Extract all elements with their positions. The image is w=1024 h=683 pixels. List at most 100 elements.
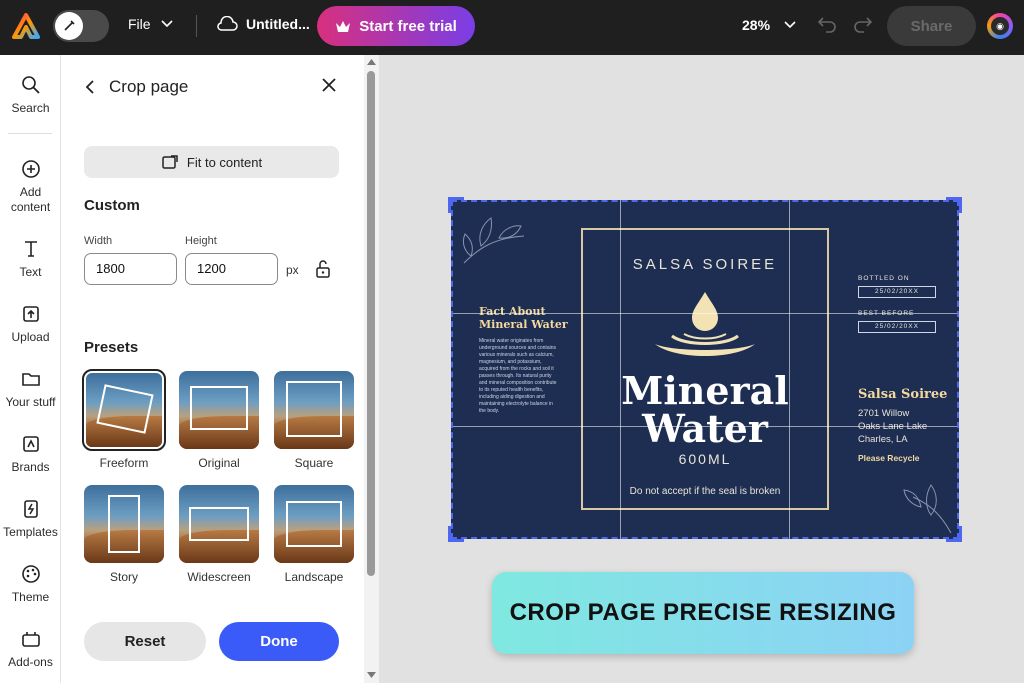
promo-banner-text: CROP PAGE PRECISE RESIZING (509, 599, 897, 626)
rail-item-label: Templates (3, 525, 58, 539)
width-field[interactable]: 1800 (84, 253, 177, 285)
crop-page-panel: Crop page Fit to content Custom Width 18… (61, 55, 379, 683)
rail-item-add-content[interactable]: Add content (0, 159, 61, 215)
rail-item-text[interactable]: Text (0, 239, 61, 280)
rail-item-templates[interactable]: Templates (0, 499, 61, 540)
chevron-down-icon (160, 20, 173, 28)
rail-item-brands[interactable]: Brands (0, 434, 61, 475)
preset-label: Original (198, 456, 240, 470)
plus-circle-icon (21, 160, 40, 178)
promo-banner: CROP PAGE PRECISE RESIZING (492, 572, 914, 654)
reset-button[interactable]: Reset (84, 622, 206, 661)
cloud-sync-icon (217, 16, 238, 31)
addons-icon (21, 632, 40, 647)
divider (8, 133, 52, 134)
divider (196, 15, 197, 37)
mode-toggle[interactable] (53, 10, 109, 42)
zoom-level: 28% (742, 17, 771, 33)
scrollbar-thumb[interactable] (367, 71, 375, 576)
undo-icon[interactable] (817, 15, 837, 38)
preset-square[interactable]: Square (274, 371, 354, 470)
crop-handle-bottom-left[interactable] (448, 526, 464, 542)
top-bar: File Untitled... Start free trial 28% Sh… (0, 0, 1024, 55)
rail-item-upload[interactable]: Upload (0, 304, 61, 345)
avatar[interactable]: ◉ (987, 13, 1013, 39)
preset-thumbnail (274, 371, 354, 449)
templates-icon (23, 500, 38, 518)
start-free-trial-button[interactable]: Start free trial (317, 6, 475, 46)
preset-thumbnail (274, 485, 354, 563)
share-label: Share (910, 17, 953, 35)
magic-wand-icon (55, 12, 83, 40)
done-button[interactable]: Done (219, 622, 339, 661)
rail-item-label: Add content (10, 185, 51, 214)
preset-label: Freeform (99, 456, 149, 470)
rail-item-label: Add-ons (8, 655, 53, 669)
lock-icon[interactable] (315, 259, 331, 284)
search-icon (21, 76, 40, 94)
preset-label: Square (294, 456, 334, 470)
crop-handle-top-right[interactable] (946, 197, 962, 213)
close-icon[interactable] (321, 77, 337, 98)
preset-label: Story (109, 570, 138, 584)
preset-thumbnail (82, 369, 166, 451)
presets-section-title: Presets (84, 339, 139, 356)
preset-thumbnail (179, 485, 259, 563)
palette-icon (21, 565, 40, 583)
rail-item-label: Text (19, 265, 42, 279)
share-button[interactable]: Share (887, 6, 976, 46)
preset-widescreen[interactable]: Widescreen (179, 485, 259, 584)
preset-label: Widescreen (187, 570, 251, 584)
fit-to-content-label: Fit to content (186, 154, 263, 170)
fit-to-content-button[interactable]: Fit to content (84, 146, 339, 178)
rail-item-theme[interactable]: Theme (0, 564, 61, 605)
scroll-down-icon[interactable] (367, 672, 376, 678)
brands-icon (22, 436, 39, 452)
custom-section-title: Custom (84, 197, 140, 214)
upload-icon (22, 306, 39, 322)
file-menu[interactable]: File (128, 16, 173, 32)
done-label: Done (260, 633, 298, 650)
document-title[interactable]: Untitled... (216, 16, 310, 32)
document-title-label: Untitled... (246, 16, 310, 32)
start-free-trial-label: Start free trial (359, 17, 457, 35)
chevron-down-icon (784, 21, 796, 29)
rail-item-label: Brands (11, 460, 50, 474)
preset-thumbnail (179, 371, 259, 449)
rail-item-label: Upload (11, 330, 50, 344)
scroll-up-icon[interactable] (367, 59, 376, 65)
preset-freeform[interactable]: Freeform (82, 369, 166, 470)
rail-item-label: Theme (11, 590, 50, 604)
unit-label: px (286, 263, 299, 277)
back-arrow-icon[interactable] (85, 79, 95, 95)
crop-selection-border (451, 200, 959, 539)
folder-icon (21, 373, 40, 386)
reset-label: Reset (124, 633, 166, 650)
redo-icon[interactable] (853, 15, 873, 38)
preset-thumbnail (84, 485, 164, 563)
rail-item-label: Search (11, 101, 50, 115)
rail-item-add-ons[interactable]: Add-ons (0, 629, 61, 670)
zoom-menu[interactable]: 28% (742, 17, 796, 33)
rail-item-your-stuff[interactable]: Your stuff (0, 369, 61, 410)
panel-scrollbar[interactable] (364, 55, 379, 683)
crop-handle-bottom-right[interactable] (946, 526, 962, 542)
height-label: Height (185, 235, 217, 247)
preset-label: Landscape (284, 570, 344, 584)
height-field[interactable]: 1200 (185, 253, 278, 285)
rail-item-search[interactable]: Search (0, 75, 61, 116)
width-label: Width (84, 235, 113, 247)
preset-original[interactable]: Original (179, 371, 259, 470)
text-icon (24, 241, 37, 257)
left-rail: Search Add content Text Upload Your stuff… (0, 55, 61, 683)
file-menu-label: File (128, 16, 151, 32)
crop-handle-top-left[interactable] (448, 197, 464, 213)
panel-header: Crop page (85, 77, 188, 97)
adobe-express-logo[interactable] (12, 13, 40, 39)
user-icon: ◉ (991, 17, 1009, 35)
crown-icon (336, 20, 351, 32)
panel-title: Crop page (109, 77, 189, 96)
preset-story[interactable]: Story (84, 485, 164, 584)
preset-landscape[interactable]: Landscape (274, 485, 354, 584)
rail-item-label: Your stuff (5, 395, 56, 409)
